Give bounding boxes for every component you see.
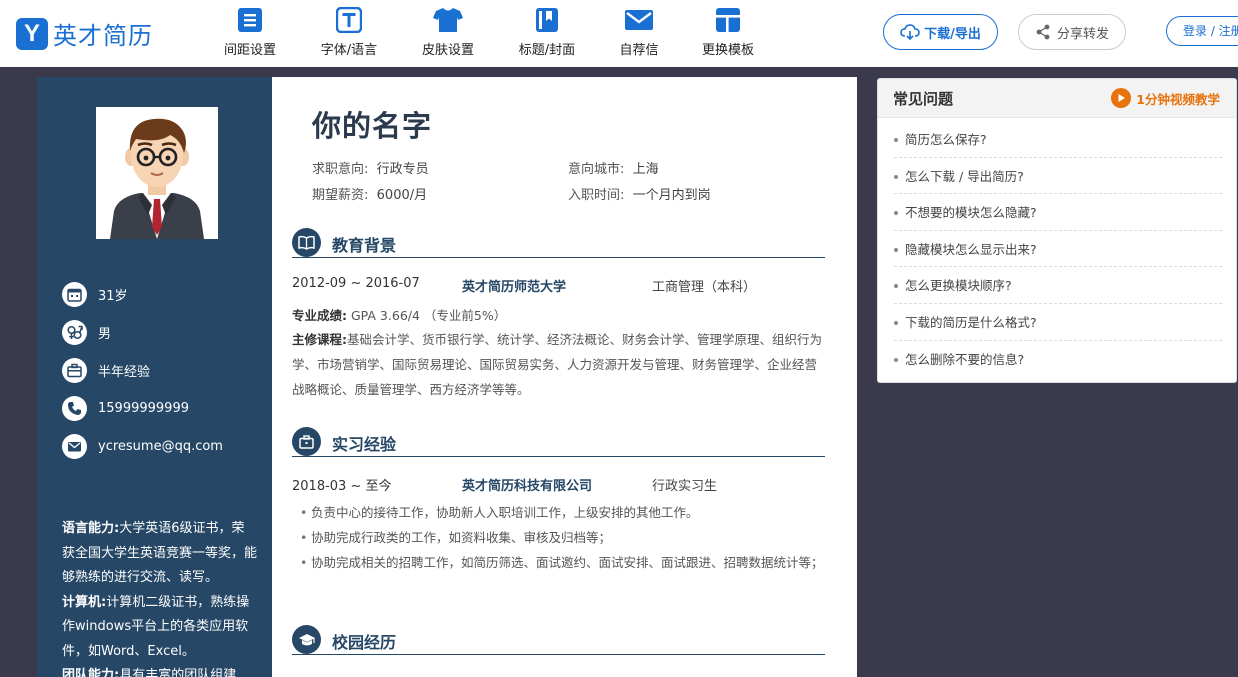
top-toolbar: Y 英才简历 间距设置 字体/语言 皮肤设置 标题/封面 自荐信 更换模板 下载… [0,0,1238,67]
section-title: 校园经历 [332,633,397,652]
faq-item[interactable]: 简历怎么保存? [894,121,1222,158]
skill-team-item: 团队能力:具有丰富的团队组建 [62,668,237,677]
nav-title-cover[interactable]: 标题/封面 [502,7,592,58]
resume-sidebar: 31岁 男 半年经验 15999999999 ycresume@qq.com 语… [37,77,272,677]
internship-role: 行政实习生 [652,479,718,494]
faq-item[interactable]: 怎么下载 / 导出简历? [894,158,1222,195]
share-label: 分享转发 [1056,26,1109,42]
job-intention[interactable]: 求职意向: 行政专员 [312,158,429,177]
contact-phone: 15999999999 [62,396,189,421]
video-tutorial-label: 1分钟视频教学 [1136,91,1220,107]
faq-panel: 常见问题 1分钟视频教学 简历怎么保存? 怎么下载 / 导出简历? 不想要的模块… [877,78,1237,383]
internship-duty: 负责中心的接待工作，协助新人入职培训工作，上级安排的其他工作。 [300,501,825,526]
faq-item[interactable]: 隐藏模块怎么显示出来? [894,231,1222,268]
briefcase-icon [292,427,321,456]
open-book-icon [292,228,321,257]
avatar[interactable] [96,107,218,239]
nav-label: 自荐信 [619,43,659,58]
list-icon [238,8,262,32]
nav-skin-settings[interactable]: 皮肤设置 [403,7,493,58]
graduation-cap-icon [292,625,321,654]
faq-title: 常见问题 [893,90,954,108]
nav-cover-letter[interactable]: 自荐信 [594,7,684,58]
section-internship-header[interactable]: 实习经验 [292,427,825,457]
faq-item[interactable]: 不想要的模块怎么隐藏? [894,194,1222,231]
calendar-icon [62,282,87,307]
education-major: 工商管理（本科） [652,280,757,295]
template-icon [716,8,740,32]
section-campus-header[interactable]: 校园经历 [292,625,825,655]
contact-gender: 男 [62,320,111,345]
nav-font-language[interactable]: 字体/语言 [304,7,394,58]
faq-item[interactable]: 怎么更换模块顺序? [894,267,1222,304]
gender-icon [62,320,87,345]
phone-text: 15999999999 [98,401,189,416]
contact-age: 31岁 [62,282,128,307]
resume-sheet: 31岁 男 半年经验 15999999999 ycresume@qq.com 语… [37,77,857,677]
internship-company: 英才简历科技有限公司 [462,479,593,494]
internship-period[interactable]: 2018-03 ~ 至今 [292,475,391,494]
age-text: 31岁 [98,289,128,304]
contact-email: ycresume@qq.com [62,434,223,459]
resume-name[interactable]: 你的名字 [312,103,432,145]
logo-badge: Y [16,17,48,50]
nav-label: 间距设置 [223,43,276,58]
nav-label: 更换模板 [701,43,754,58]
share-icon [1036,24,1050,40]
nav-spacing-settings[interactable]: 间距设置 [205,7,295,58]
start-time[interactable]: 入职时间: 一个月内到岗 [568,184,711,203]
internship-duty: 协助完成相关的招聘工作，如简历筛选、面试邀约、面试安排、面试跟进、招聘数据统计等… [300,551,825,576]
bookmark-book-icon [536,8,558,32]
skills-section: 语言能力:大学英语6级证书，荣获全国大学生英语竞赛一等奖，能够熟练的进行交流、读… [62,517,257,677]
gender-text: 男 [98,327,112,342]
faq-list: 简历怎么保存? 怎么下载 / 导出简历? 不想要的模块怎么隐藏? 隐藏模块怎么显… [894,121,1222,377]
login-register-button[interactable]: 登录 / 注册 [1166,16,1238,46]
download-label: 下载/导出 [924,26,981,42]
expected-salary[interactable]: 期望薪资: 6000/月 [312,184,427,203]
faq-item[interactable]: 下载的简历是什么格式? [894,304,1222,341]
resume-main: 你的名字 求职意向: 行政专员 意向城市: 上海 期望薪资: 6000/月 入职… [292,77,832,677]
phone-icon [62,396,87,421]
tshirt-icon [433,8,463,32]
play-icon [1111,88,1132,108]
avatar-illustration [96,107,218,239]
experience-text: 半年经验 [98,365,151,380]
faq-item[interactable]: 怎么删除不要的信息? [894,341,1222,378]
logo[interactable]: Y 英才简历 [16,16,153,51]
nav-label: 字体/语言 [320,43,378,58]
skill-language-item: 语言能力:大学英语6级证书，荣获全国大学生英语竞赛一等奖，能够熟练的进行交流、读… [62,521,258,585]
internship-duty: 协助完成行政类的工作，如资料收集、审核及归档等； [300,526,825,551]
briefcase-icon [62,358,87,383]
education-courses: 主修课程:基础会计学、货币银行学、统计学、经济法概论、财务会计学、管理学原理、组… [292,332,823,397]
nav-label: 皮肤设置 [421,43,474,58]
download-export-button[interactable]: 下载/导出 [883,14,998,50]
cloud-download-icon [900,24,920,41]
share-button[interactable]: 分享转发 [1018,14,1126,50]
contact-experience: 半年经验 [62,358,150,383]
section-title: 教育背景 [332,236,397,255]
envelope-icon [625,10,653,30]
email-text: ycresume@qq.com [98,439,223,454]
section-education-header[interactable]: 教育背景 [292,228,825,258]
logo-text: 英才简历 [53,22,153,50]
education-period: 2012-09 ~ 2016-07 [292,276,420,291]
education-school: 英才简历师范大学 [462,280,567,295]
video-tutorial-link[interactable]: 1分钟视频教学 [1111,88,1220,108]
faq-header: 常见问题 1分钟视频教学 [878,79,1236,118]
nav-label: 标题/封面 [518,43,576,58]
nav-change-template[interactable]: 更换模板 [683,7,773,58]
mail-icon [62,434,87,459]
font-icon [336,7,362,33]
skill-computer-item: 计算机:计算机二级证书，熟练操作windows平台上的各类应用软件，如Word、… [62,594,250,659]
education-entry[interactable]: 2012-09 ~ 2016-07 [292,276,420,291]
target-city[interactable]: 意向城市: 上海 [568,158,659,177]
education-grade: 专业成绩: GPA 3.66/4 （专业前5%） [292,308,507,323]
section-title: 实习经验 [332,435,397,454]
